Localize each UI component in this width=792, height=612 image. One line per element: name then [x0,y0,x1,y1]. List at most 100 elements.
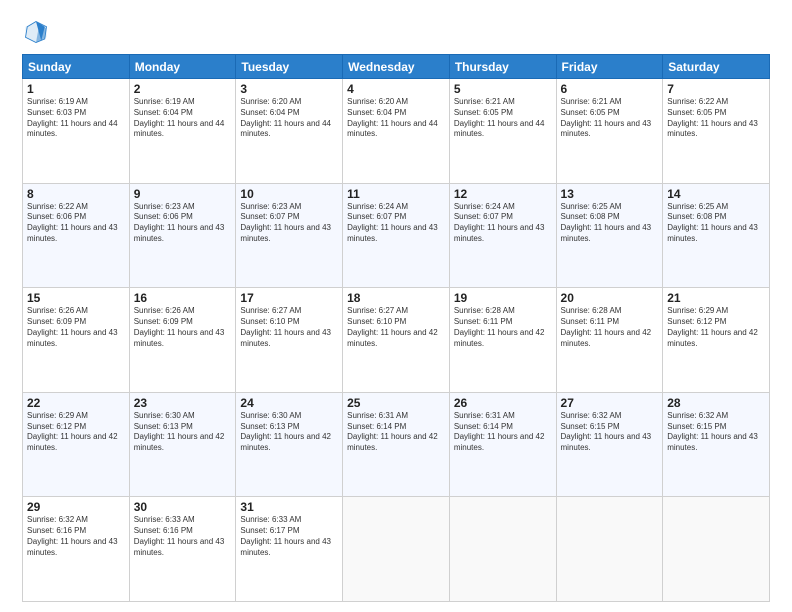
day-info: Sunrise: 6:32 AM Sunset: 6:16 PM Dayligh… [27,515,125,558]
logo-icon [22,18,50,46]
calendar-day-cell [449,497,556,602]
day-number: 5 [454,82,552,96]
calendar-day-cell: 3 Sunrise: 6:20 AM Sunset: 6:04 PM Dayli… [236,79,343,184]
day-number: 8 [27,187,125,201]
calendar-table: SundayMondayTuesdayWednesdayThursdayFrid… [22,54,770,602]
calendar-day-cell: 4 Sunrise: 6:20 AM Sunset: 6:04 PM Dayli… [343,79,450,184]
calendar-day-cell: 27 Sunrise: 6:32 AM Sunset: 6:15 PM Dayl… [556,392,663,497]
day-info: Sunrise: 6:21 AM Sunset: 6:05 PM Dayligh… [454,97,552,140]
day-info: Sunrise: 6:30 AM Sunset: 6:13 PM Dayligh… [240,411,338,454]
day-number: 27 [561,396,659,410]
calendar-day-cell: 8 Sunrise: 6:22 AM Sunset: 6:06 PM Dayli… [23,183,130,288]
calendar-day-cell: 6 Sunrise: 6:21 AM Sunset: 6:05 PM Dayli… [556,79,663,184]
calendar-day-cell: 23 Sunrise: 6:30 AM Sunset: 6:13 PM Dayl… [129,392,236,497]
day-number: 21 [667,291,765,305]
calendar-day-cell [663,497,770,602]
calendar-day-cell: 30 Sunrise: 6:33 AM Sunset: 6:16 PM Dayl… [129,497,236,602]
day-info: Sunrise: 6:31 AM Sunset: 6:14 PM Dayligh… [454,411,552,454]
calendar-day-cell: 7 Sunrise: 6:22 AM Sunset: 6:05 PM Dayli… [663,79,770,184]
calendar-day-cell: 29 Sunrise: 6:32 AM Sunset: 6:16 PM Dayl… [23,497,130,602]
day-info: Sunrise: 6:27 AM Sunset: 6:10 PM Dayligh… [347,306,445,349]
calendar-day-cell: 25 Sunrise: 6:31 AM Sunset: 6:14 PM Dayl… [343,392,450,497]
calendar-day-cell: 31 Sunrise: 6:33 AM Sunset: 6:17 PM Dayl… [236,497,343,602]
day-info: Sunrise: 6:32 AM Sunset: 6:15 PM Dayligh… [561,411,659,454]
day-number: 28 [667,396,765,410]
weekday-header-cell: Tuesday [236,55,343,79]
day-info: Sunrise: 6:25 AM Sunset: 6:08 PM Dayligh… [667,202,765,245]
calendar-week-row: 15 Sunrise: 6:26 AM Sunset: 6:09 PM Dayl… [23,288,770,393]
calendar-day-cell: 14 Sunrise: 6:25 AM Sunset: 6:08 PM Dayl… [663,183,770,288]
calendar-day-cell: 9 Sunrise: 6:23 AM Sunset: 6:06 PM Dayli… [129,183,236,288]
day-info: Sunrise: 6:32 AM Sunset: 6:15 PM Dayligh… [667,411,765,454]
day-info: Sunrise: 6:29 AM Sunset: 6:12 PM Dayligh… [667,306,765,349]
day-number: 25 [347,396,445,410]
calendar-day-cell: 11 Sunrise: 6:24 AM Sunset: 6:07 PM Dayl… [343,183,450,288]
day-number: 6 [561,82,659,96]
day-number: 22 [27,396,125,410]
day-info: Sunrise: 6:22 AM Sunset: 6:06 PM Dayligh… [27,202,125,245]
day-info: Sunrise: 6:24 AM Sunset: 6:07 PM Dayligh… [454,202,552,245]
calendar-day-cell: 5 Sunrise: 6:21 AM Sunset: 6:05 PM Dayli… [449,79,556,184]
calendar-day-cell: 18 Sunrise: 6:27 AM Sunset: 6:10 PM Dayl… [343,288,450,393]
day-info: Sunrise: 6:28 AM Sunset: 6:11 PM Dayligh… [454,306,552,349]
day-number: 29 [27,500,125,514]
day-info: Sunrise: 6:23 AM Sunset: 6:07 PM Dayligh… [240,202,338,245]
day-info: Sunrise: 6:33 AM Sunset: 6:17 PM Dayligh… [240,515,338,558]
calendar-day-cell: 21 Sunrise: 6:29 AM Sunset: 6:12 PM Dayl… [663,288,770,393]
day-info: Sunrise: 6:19 AM Sunset: 6:03 PM Dayligh… [27,97,125,140]
day-number: 15 [27,291,125,305]
day-number: 30 [134,500,232,514]
day-number: 17 [240,291,338,305]
day-info: Sunrise: 6:31 AM Sunset: 6:14 PM Dayligh… [347,411,445,454]
day-info: Sunrise: 6:20 AM Sunset: 6:04 PM Dayligh… [347,97,445,140]
day-info: Sunrise: 6:22 AM Sunset: 6:05 PM Dayligh… [667,97,765,140]
day-number: 20 [561,291,659,305]
day-number: 10 [240,187,338,201]
day-info: Sunrise: 6:25 AM Sunset: 6:08 PM Dayligh… [561,202,659,245]
day-number: 11 [347,187,445,201]
day-number: 3 [240,82,338,96]
calendar-week-row: 1 Sunrise: 6:19 AM Sunset: 6:03 PM Dayli… [23,79,770,184]
calendar-day-cell [556,497,663,602]
weekday-header-cell: Wednesday [343,55,450,79]
calendar-day-cell: 16 Sunrise: 6:26 AM Sunset: 6:09 PM Dayl… [129,288,236,393]
calendar-week-row: 22 Sunrise: 6:29 AM Sunset: 6:12 PM Dayl… [23,392,770,497]
calendar-day-cell: 19 Sunrise: 6:28 AM Sunset: 6:11 PM Dayl… [449,288,556,393]
day-number: 13 [561,187,659,201]
calendar-day-cell: 24 Sunrise: 6:30 AM Sunset: 6:13 PM Dayl… [236,392,343,497]
weekday-header-cell: Saturday [663,55,770,79]
calendar-day-cell [343,497,450,602]
day-info: Sunrise: 6:26 AM Sunset: 6:09 PM Dayligh… [134,306,232,349]
calendar-day-cell: 13 Sunrise: 6:25 AM Sunset: 6:08 PM Dayl… [556,183,663,288]
page: SundayMondayTuesdayWednesdayThursdayFrid… [0,0,792,612]
weekday-header-cell: Friday [556,55,663,79]
calendar-week-row: 8 Sunrise: 6:22 AM Sunset: 6:06 PM Dayli… [23,183,770,288]
day-number: 26 [454,396,552,410]
weekday-header-cell: Monday [129,55,236,79]
weekday-header-cell: Thursday [449,55,556,79]
day-number: 9 [134,187,232,201]
calendar-week-row: 29 Sunrise: 6:32 AM Sunset: 6:16 PM Dayl… [23,497,770,602]
calendar-day-cell: 26 Sunrise: 6:31 AM Sunset: 6:14 PM Dayl… [449,392,556,497]
day-info: Sunrise: 6:21 AM Sunset: 6:05 PM Dayligh… [561,97,659,140]
day-number: 4 [347,82,445,96]
day-info: Sunrise: 6:26 AM Sunset: 6:09 PM Dayligh… [27,306,125,349]
weekday-header-row: SundayMondayTuesdayWednesdayThursdayFrid… [23,55,770,79]
calendar-day-cell: 2 Sunrise: 6:19 AM Sunset: 6:04 PM Dayli… [129,79,236,184]
day-number: 19 [454,291,552,305]
day-number: 24 [240,396,338,410]
day-number: 14 [667,187,765,201]
day-info: Sunrise: 6:19 AM Sunset: 6:04 PM Dayligh… [134,97,232,140]
day-number: 2 [134,82,232,96]
calendar-day-cell: 1 Sunrise: 6:19 AM Sunset: 6:03 PM Dayli… [23,79,130,184]
calendar-day-cell: 20 Sunrise: 6:28 AM Sunset: 6:11 PM Dayl… [556,288,663,393]
day-info: Sunrise: 6:30 AM Sunset: 6:13 PM Dayligh… [134,411,232,454]
calendar-day-cell: 22 Sunrise: 6:29 AM Sunset: 6:12 PM Dayl… [23,392,130,497]
calendar-day-cell: 15 Sunrise: 6:26 AM Sunset: 6:09 PM Dayl… [23,288,130,393]
weekday-header-cell: Sunday [23,55,130,79]
day-info: Sunrise: 6:24 AM Sunset: 6:07 PM Dayligh… [347,202,445,245]
day-number: 7 [667,82,765,96]
day-number: 23 [134,396,232,410]
day-number: 12 [454,187,552,201]
day-info: Sunrise: 6:20 AM Sunset: 6:04 PM Dayligh… [240,97,338,140]
